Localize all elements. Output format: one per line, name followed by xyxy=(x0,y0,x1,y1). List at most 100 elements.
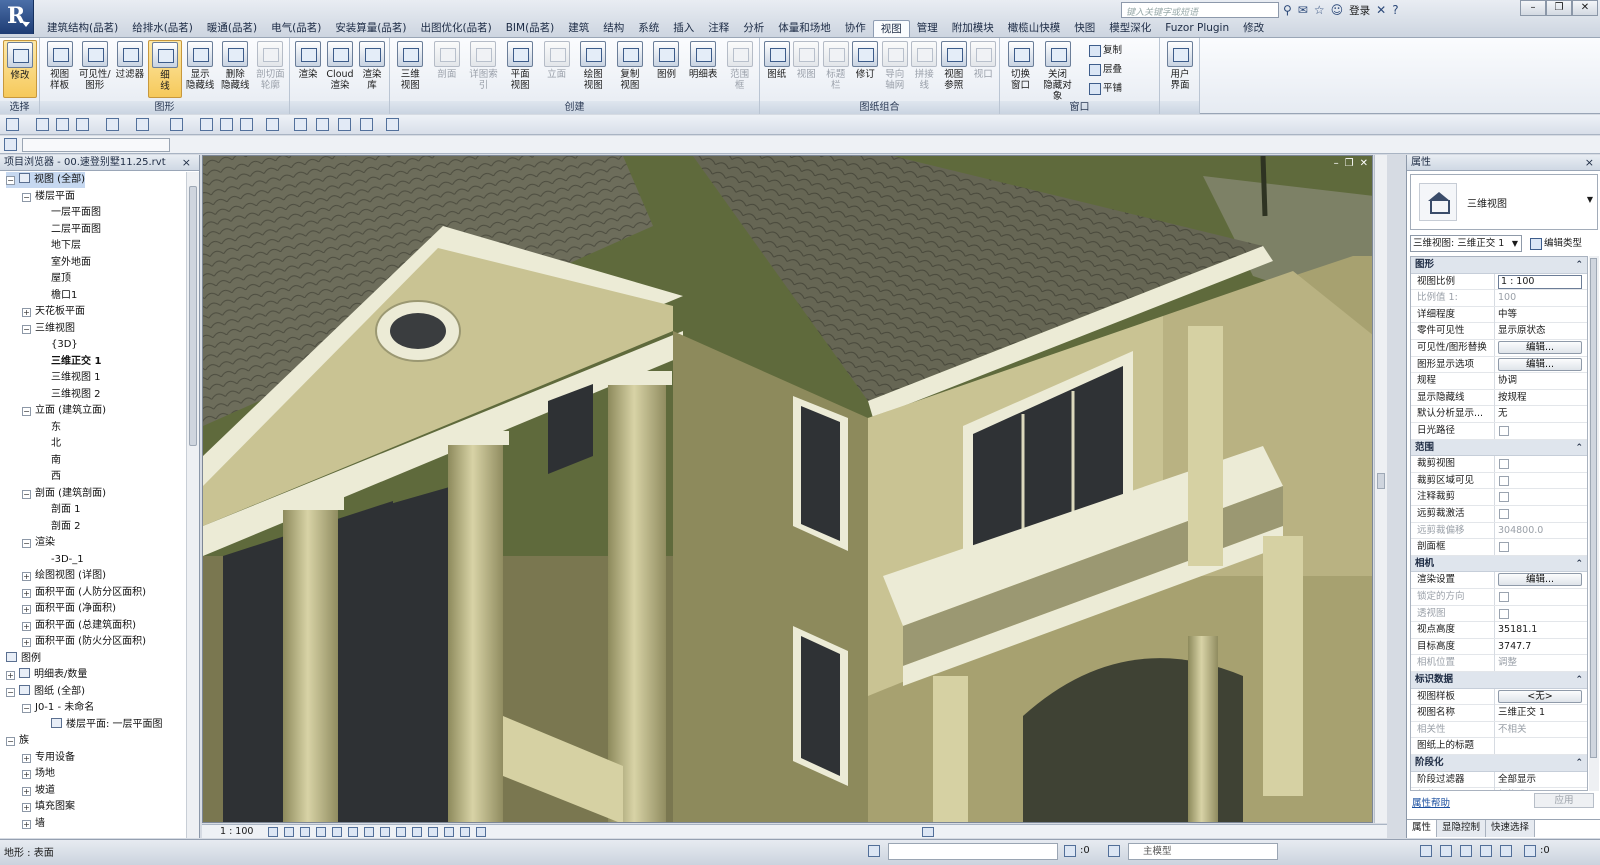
ribbon-button-4-6[interactable]: 视图 参照 xyxy=(940,40,968,98)
tab-2[interactable]: 暖通(品茗) xyxy=(200,20,264,37)
switch-windows-icon[interactable] xyxy=(360,118,373,131)
ribbon-button-1-4[interactable]: 显示 隐藏线 xyxy=(184,40,217,98)
close-button[interactable]: ✕ xyxy=(1572,0,1598,16)
expand-icon[interactable]: + xyxy=(22,621,31,631)
hide-isolate-icon[interactable] xyxy=(396,827,406,837)
type-selector[interactable]: 三维视图 ▼ xyxy=(1410,174,1598,230)
modify-icon[interactable] xyxy=(4,138,17,151)
tree-node[interactable]: − 三维视图 xyxy=(22,321,75,337)
tree-node[interactable]: 南 xyxy=(38,453,61,469)
crop-icon[interactable] xyxy=(348,827,358,837)
communication-icon[interactable]: ✉ xyxy=(1298,3,1308,17)
ribbon-button-4-0[interactable]: 图纸 xyxy=(763,40,791,98)
property-checkbox[interactable] xyxy=(1499,608,1509,619)
property-input[interactable]: 1 : 100 xyxy=(1498,274,1582,289)
ribbon-button-3-9[interactable]: 范围 框 xyxy=(722,40,757,98)
ribbon-button-4-1[interactable]: 视图 xyxy=(793,40,821,98)
property-edit-button[interactable]: 编辑... xyxy=(1498,341,1582,354)
tab-20[interactable]: 模型深化 xyxy=(1102,20,1158,37)
expand-icon[interactable]: + xyxy=(6,671,15,680)
collapse-icon[interactable]: − xyxy=(22,407,31,416)
application-menu-button[interactable]: R xyxy=(0,0,34,34)
customize-icon[interactable] xyxy=(386,118,399,131)
expand-icon[interactable]: + xyxy=(22,819,31,829)
temp-view-icon[interactable] xyxy=(428,827,438,837)
ribbon-button-5-0[interactable]: 切换 窗口 xyxy=(1003,40,1038,98)
ribbon-small-button-0[interactable]: 复制 xyxy=(1088,42,1122,59)
apply-button[interactable]: 应用 xyxy=(1534,793,1594,808)
property-checkbox[interactable] xyxy=(1499,492,1509,503)
ribbon-button-2-1[interactable]: Cloud 渲染 xyxy=(325,40,355,98)
property-checkbox[interactable] xyxy=(1499,592,1509,602)
view-scale[interactable]: 1 : 100 xyxy=(220,825,253,838)
undo-icon[interactable] xyxy=(106,118,119,131)
property-checkbox[interactable] xyxy=(1499,475,1509,486)
tab-17[interactable]: 附加模块 xyxy=(945,20,1001,37)
expand-icon[interactable]: + xyxy=(22,638,31,647)
tree-node[interactable]: 檐口1 xyxy=(38,288,77,304)
ribbon-panel-title[interactable] xyxy=(290,101,389,114)
collapse-icon[interactable]: ⌃ xyxy=(1575,440,1583,456)
tree-node[interactable]: 剖面 1 xyxy=(38,502,81,518)
property-value[interactable]: 3747.7 xyxy=(1496,639,1587,655)
lock-view-icon[interactable] xyxy=(380,827,390,837)
reveal-hidden-icon[interactable] xyxy=(412,827,422,837)
constraints-icon[interactable] xyxy=(476,827,486,837)
ribbon-panel-title[interactable]: 创建 xyxy=(390,101,759,114)
tree-node[interactable]: 屋顶 xyxy=(38,271,71,287)
close-icon[interactable]: × xyxy=(1585,155,1594,170)
ribbon-panel-title[interactable]: 选择 xyxy=(0,101,39,114)
property-checkbox[interactable] xyxy=(1499,459,1509,470)
tree-node[interactable]: 图例 xyxy=(6,651,41,667)
expand-icon[interactable]: + xyxy=(22,770,31,779)
ribbon-button-3-5[interactable]: 绘图 视图 xyxy=(576,40,611,98)
instance-selector[interactable]: 三维视图: 三维正交 1 ▼ xyxy=(1410,235,1522,252)
open-icon[interactable] xyxy=(36,118,49,131)
ribbon-button-3-2[interactable]: 详图索引 xyxy=(466,40,501,98)
property-value[interactable]: 三维正交 1 xyxy=(1496,705,1587,721)
tab-19[interactable]: 快图 xyxy=(1067,20,1102,37)
property-value[interactable]: 协调 xyxy=(1496,373,1587,389)
collapse-icon[interactable]: − xyxy=(6,176,15,185)
property-value[interactable]: 中等 xyxy=(1496,307,1587,323)
ribbon-button-1-0[interactable]: 视图 样板 xyxy=(43,40,76,98)
binoculars-icon[interactable]: ⚲ xyxy=(1283,3,1292,17)
tab-1[interactable]: 给排水(品茗) xyxy=(125,20,200,37)
tab-11[interactable]: 注释 xyxy=(701,20,736,37)
design-options-icon[interactable] xyxy=(1108,845,1120,857)
close-hidden-icon[interactable] xyxy=(338,118,351,131)
property-value[interactable] xyxy=(1496,738,1587,754)
ribbon-button-3-0[interactable]: 三维 视图 xyxy=(393,40,428,98)
ribbon-button-3-1[interactable]: 剖面 xyxy=(430,40,465,98)
ribbon-small-button-2[interactable]: 平铺 xyxy=(1088,80,1122,97)
property-checkbox[interactable] xyxy=(1499,542,1509,553)
tab-3[interactable]: 电气(品茗) xyxy=(264,20,328,37)
tab-12[interactable]: 分析 xyxy=(736,20,771,37)
ribbon-button-1-5[interactable]: 删除 隐藏线 xyxy=(219,40,252,98)
expand-icon[interactable]: + xyxy=(22,308,31,317)
tree-node[interactable]: + 专用设备 xyxy=(22,750,75,766)
edit-type-button[interactable]: 编辑类型 xyxy=(1528,235,1582,252)
scroll-thumb[interactable] xyxy=(1590,258,1597,758)
expand-icon[interactable]: + xyxy=(22,572,31,581)
tab-9[interactable]: 系统 xyxy=(631,20,666,37)
h-scroll-thumb[interactable] xyxy=(922,827,934,837)
ribbon-button-6-0[interactable]: 用户 界面 xyxy=(1163,40,1197,98)
ribbon-button-2-2[interactable]: 渲染 库 xyxy=(357,40,387,98)
tree-node[interactable]: 地下层 xyxy=(38,238,81,254)
tab-5[interactable]: 出图优化(品茗) xyxy=(414,20,499,37)
tree-node[interactable]: 北 xyxy=(38,436,61,452)
property-value[interactable]: 按规程 xyxy=(1496,390,1587,406)
collapse-icon[interactable]: − xyxy=(22,704,31,713)
filter-icon[interactable] xyxy=(1524,845,1536,857)
text-icon[interactable] xyxy=(240,118,253,131)
tree-node[interactable]: 东 xyxy=(38,420,61,436)
select-pinned-icon[interactable] xyxy=(1460,845,1472,857)
collapse-icon[interactable]: − xyxy=(22,192,31,202)
3d-view-icon[interactable] xyxy=(266,118,279,131)
tree-node[interactable]: + 面积平面 (总建筑面积) xyxy=(22,618,136,634)
property-section[interactable]: 阶段化 ⌃ xyxy=(1411,755,1587,772)
tab-16[interactable]: 管理 xyxy=(910,20,945,37)
ribbon-button-4-3[interactable]: 修订 xyxy=(852,40,880,98)
ribbon-button-3-8[interactable]: 明细表 xyxy=(686,40,721,98)
